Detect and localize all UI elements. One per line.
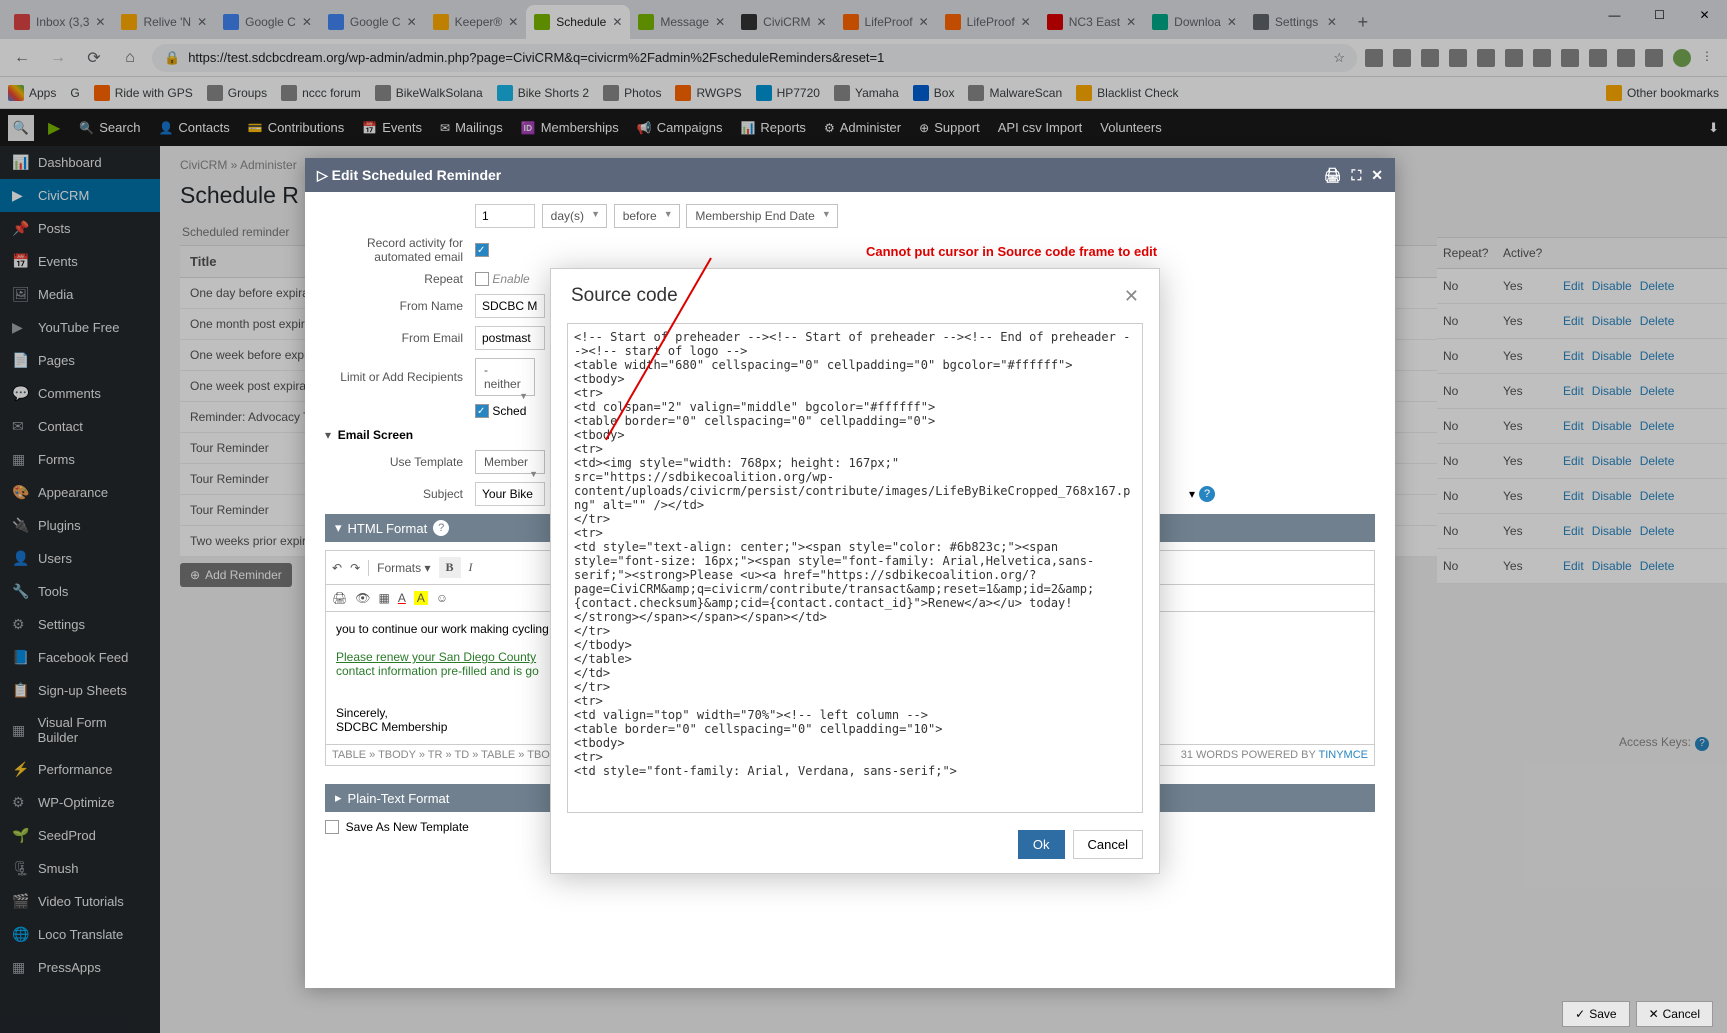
help-icon[interactable]: ? [1199,486,1215,502]
cancel-button[interactable]: Cancel [1073,830,1143,859]
bold-icon[interactable]: B [439,557,461,578]
when-unit-select[interactable]: day(s) [542,204,607,228]
civicrm-logo-icon: ▷ [317,167,328,184]
label-saveas: Save As New Template [346,820,469,834]
label-fromname: From Name [325,299,475,313]
modal-close-icon[interactable]: ✕ [1124,286,1139,307]
saveas-checkbox[interactable] [325,820,339,834]
fromemail-input[interactable] [475,326,545,350]
label-subject: Subject [325,487,475,501]
limit-select[interactable]: - neither [475,358,535,396]
template-select[interactable]: Member [475,450,545,474]
undo-icon[interactable]: ↶ [332,561,342,575]
panel-header: ▷ Edit Scheduled Reminder 🖨 ⛶ ✕ [305,158,1395,192]
print-icon[interactable]: 🖨 [332,591,347,605]
sched-checkbox[interactable] [475,404,489,418]
panel-title: Edit Scheduled Reminder [332,167,502,183]
tinymce-link[interactable]: TINYMCE [1319,749,1369,761]
when-number-input[interactable] [475,204,535,228]
redo-icon[interactable]: ↷ [350,561,360,575]
backcolor-icon[interactable]: A [414,591,428,605]
preview-icon[interactable]: 👁 [355,591,370,605]
fromname-input[interactable] [475,294,545,318]
label-record: Record activity for automated email [325,236,475,264]
emoticons-icon[interactable]: ☺ [436,591,448,605]
close-panel-icon[interactable]: ✕ [1371,167,1383,184]
forecolor-icon[interactable]: A [398,591,406,605]
label-fromemail: From Email [325,331,475,345]
source-code-modal: Source code ✕ Ok Cancel [550,268,1160,874]
when-date-select[interactable]: Membership End Date [686,204,837,228]
italic-icon[interactable]: I [469,560,473,575]
repeat-checkbox[interactable] [475,272,489,286]
source-textarea[interactable] [567,323,1143,813]
label-repeat: Repeat [325,272,475,286]
record-checkbox[interactable] [475,243,489,257]
bottom-buttons: ✓ Save ✕ Cancel [1562,1001,1713,1027]
annotation-text: Cannot put cursor in Source code frame t… [866,244,1157,259]
email-screen-accordion[interactable]: Email Screen [338,428,413,442]
media-icon[interactable]: ▦ [378,591,389,605]
formats-dropdown[interactable]: Formats ▾ [377,561,430,575]
label-limit: Limit or Add Recipients [325,370,475,384]
modal-title: Source code [571,285,678,307]
cancel-button-bottom[interactable]: ✕ Cancel [1636,1001,1713,1027]
ok-button[interactable]: Ok [1018,830,1065,859]
when-relation-select[interactable]: before [614,204,680,228]
label-template: Use Template [325,455,475,469]
save-button[interactable]: ✓ Save [1562,1001,1629,1027]
subject-input[interactable] [475,482,545,506]
print-icon[interactable]: 🖨 [1324,167,1342,184]
expand-icon[interactable]: ⛶ [1351,167,1361,184]
